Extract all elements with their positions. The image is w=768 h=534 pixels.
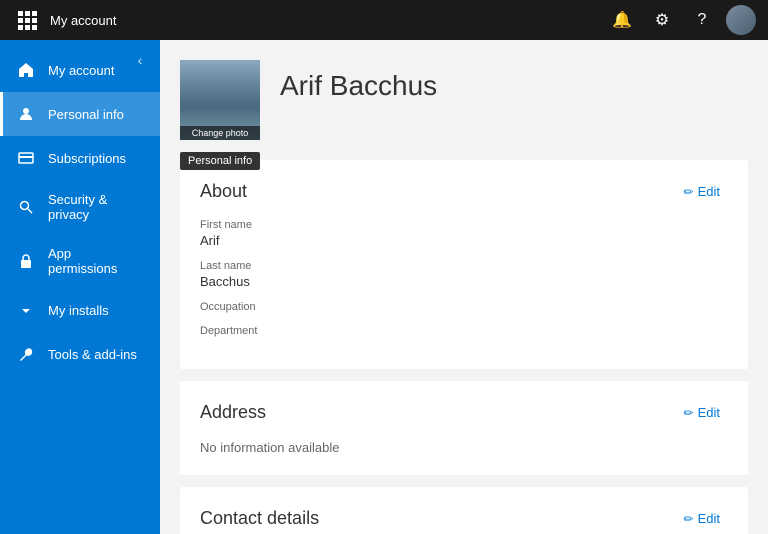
- contact-card-header: Contact details ✏ Edit: [200, 507, 728, 530]
- department-field: Department: [200, 325, 728, 337]
- app-title: My account: [50, 13, 606, 28]
- person-icon: [16, 104, 36, 124]
- pencil-icon-contact: ✏: [684, 512, 694, 526]
- content-area: Change photo Arif Bacchus Personal info …: [160, 40, 768, 534]
- about-edit-button[interactable]: ✏ Edit: [676, 180, 728, 203]
- app-grid-button[interactable]: [12, 5, 42, 35]
- sidebar-item-personal-info-label: Personal info: [48, 107, 124, 122]
- help-button[interactable]: ?: [686, 4, 718, 36]
- address-no-info: No information available: [200, 440, 728, 455]
- card-icon: [16, 148, 36, 168]
- sidebar-item-tools-addins[interactable]: Tools & add-ins: [0, 332, 160, 376]
- about-card-header: About ✏ Edit: [200, 180, 728, 203]
- last-name-field: Last name Bacchus: [200, 260, 728, 289]
- sidebar-item-my-installs[interactable]: My installs: [0, 288, 160, 332]
- settings-button[interactable]: ⚙: [646, 4, 678, 36]
- last-name-value: Bacchus: [200, 274, 728, 289]
- first-name-field: First name Arif: [200, 219, 728, 248]
- avatar-image: [726, 5, 756, 35]
- personal-info-tooltip: Personal info: [180, 152, 260, 170]
- about-card: Personal info About ✏ Edit First name Ar…: [180, 160, 748, 369]
- topbar-icons: 🔔 ⚙ ?: [606, 4, 756, 36]
- sidebar-item-my-account-label: My account: [48, 63, 114, 78]
- address-edit-label: Edit: [698, 405, 720, 420]
- profile-name: Arif Bacchus: [280, 70, 437, 102]
- first-name-label: First name: [200, 219, 728, 231]
- change-photo-button[interactable]: Change photo: [180, 126, 260, 140]
- search-icon: [16, 197, 36, 217]
- department-label: Department: [200, 325, 728, 337]
- profile-photo-container: Change photo: [180, 60, 260, 140]
- help-icon: ?: [698, 11, 707, 29]
- first-name-value: Arif: [200, 233, 728, 248]
- grid-icon: [18, 11, 37, 30]
- sidebar-item-subscriptions[interactable]: Subscriptions: [0, 136, 160, 180]
- home-icon: [16, 60, 36, 80]
- last-name-label: Last name: [200, 260, 728, 272]
- sidebar-item-personal-info[interactable]: Personal info: [0, 92, 160, 136]
- contact-title: Contact details: [200, 508, 319, 529]
- address-card: Address ✏ Edit No information available: [180, 381, 748, 475]
- main-layout: ‹ My account Personal info: [0, 40, 768, 534]
- sidebar-item-security-privacy-label: Security & privacy: [48, 192, 144, 222]
- occupation-label: Occupation: [200, 301, 728, 313]
- address-edit-button[interactable]: ✏ Edit: [676, 401, 728, 424]
- sidebar-item-app-permissions-label: App permissions: [48, 246, 144, 276]
- lock-icon: [16, 251, 36, 271]
- contact-edit-button[interactable]: ✏ Edit: [676, 507, 728, 530]
- address-title: Address: [200, 402, 266, 423]
- contact-edit-label: Edit: [698, 511, 720, 526]
- address-card-header: Address ✏ Edit: [200, 401, 728, 424]
- sidebar-item-app-permissions[interactable]: App permissions: [0, 234, 160, 288]
- sidebar-item-tools-addins-label: Tools & add-ins: [48, 347, 137, 362]
- profile-header: Change photo Arif Bacchus: [180, 60, 748, 140]
- contact-card: Contact details ✏ Edit Email arif@onmsft…: [180, 487, 748, 534]
- topbar: My account 🔔 ⚙ ?: [0, 0, 768, 40]
- user-avatar[interactable]: [726, 5, 756, 35]
- about-edit-label: Edit: [698, 184, 720, 199]
- sidebar-item-security-privacy[interactable]: Security & privacy: [0, 180, 160, 234]
- notification-button[interactable]: 🔔: [606, 4, 638, 36]
- sidebar-item-my-installs-label: My installs: [48, 303, 109, 318]
- download-icon: [16, 300, 36, 320]
- occupation-field: Occupation: [200, 301, 728, 313]
- pencil-icon: ✏: [684, 185, 694, 199]
- sidebar-item-my-account[interactable]: My account: [0, 48, 160, 92]
- gear-icon: ⚙: [655, 10, 669, 30]
- notification-icon: 🔔: [612, 10, 632, 30]
- sidebar-item-subscriptions-label: Subscriptions: [48, 151, 126, 166]
- wrench-icon: [16, 344, 36, 364]
- sidebar-nav: My account Personal info: [0, 48, 160, 376]
- about-title: About: [200, 181, 247, 202]
- pencil-icon-address: ✏: [684, 406, 694, 420]
- sidebar: ‹ My account Personal info: [0, 40, 160, 534]
